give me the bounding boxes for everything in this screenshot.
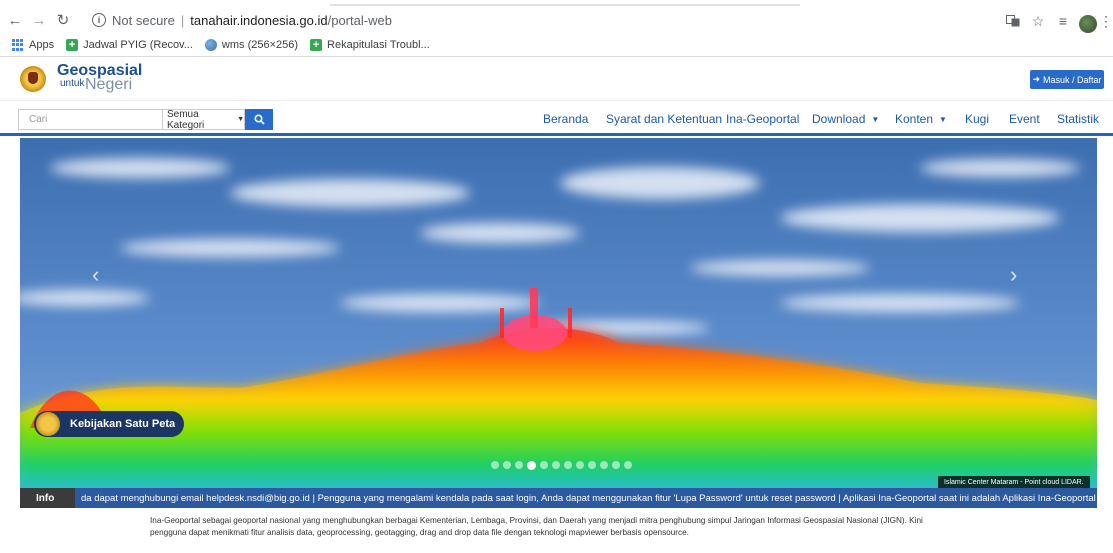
nav-label: Konten — [895, 112, 934, 126]
nav-item-ina-geoportal[interactable]: Ina-Geoportal — [726, 112, 799, 126]
bookmark-rekapitulasi[interactable]: + Rekapitulasi Troubl... — [310, 39, 430, 51]
carousel-next-arrow-icon[interactable]: › — [1010, 262, 1017, 288]
star-icon[interactable]: ☆ — [1030, 12, 1046, 30]
portal-description: Ina-Geoportal sebagai geoportal nasional… — [150, 516, 923, 537]
carousel-dot[interactable] — [515, 461, 523, 469]
profile-avatar[interactable] — [1079, 15, 1097, 33]
info-ticker: Info da dapat menghubungi email helpdesk… — [20, 488, 1097, 508]
garuda-logo-icon[interactable] — [20, 66, 46, 92]
carousel-dot[interactable] — [503, 461, 511, 469]
carousel-dot[interactable] — [600, 461, 608, 469]
kebijakan-satu-peta-badge[interactable]: Kebijakan Satu Peta — [34, 411, 184, 437]
caret-down-icon: ▼ — [939, 115, 947, 124]
nav-label: Ina-Geoportal — [726, 112, 800, 126]
carousel-indicators — [491, 461, 632, 470]
nav-item-kugi[interactable]: Kugi — [965, 112, 989, 126]
lidar-point-cloud-image — [20, 138, 1097, 488]
menu-kebab-icon[interactable]: ⋮ — [1099, 12, 1113, 30]
bookmark-apps[interactable]: Apps — [12, 39, 54, 51]
category-select-value: Semua Kategori — [167, 108, 205, 131]
nav-label: Event — [1009, 112, 1040, 126]
carousel-dot[interactable] — [612, 461, 620, 469]
slide-caption: Islamic Center Mataram - Point cloud LID… — [938, 476, 1090, 488]
nav-item-konten[interactable]: Konten ▼ — [895, 112, 947, 126]
apps-icon — [12, 39, 24, 51]
url-path: /portal-web — [327, 12, 392, 28]
bookmark-jadwal[interactable]: + Jadwal PYIG (Recov... — [66, 39, 193, 51]
carousel-dot[interactable] — [576, 461, 584, 469]
brand-subtitle-small: untuk — [60, 78, 85, 89]
site-header — [0, 57, 1113, 101]
hero-carousel[interactable] — [20, 138, 1097, 488]
security-status: Not secure — [112, 12, 175, 28]
search-input[interactable]: Cari — [18, 109, 162, 130]
reading-list-icon[interactable]: ≡ — [1055, 12, 1071, 30]
login-icon: ➜ — [1032, 74, 1040, 84]
nav-label: Download — [812, 112, 866, 126]
nav-item-beranda[interactable]: Beranda — [543, 112, 588, 126]
nav-label: Statistik — [1057, 112, 1100, 126]
bookmark-label: wms (256×256) — [221, 39, 299, 51]
carousel-prev-arrow-icon[interactable]: ‹ — [92, 262, 99, 288]
login-register-button[interactable]: ➜ Masuk / Daftar — [1030, 70, 1104, 89]
chevron-down-icon: ▼ — [237, 116, 244, 123]
bookmark-label: Jadwal PYIG (Recov... — [83, 39, 193, 51]
nav-item-syarat[interactable]: Syarat dan Ketentuan — [606, 112, 722, 126]
nav-label: Syarat dan Ketentuan — [606, 112, 723, 126]
omnibar: ← → ↻ i Not secure | tanahair.indonesia.… — [0, 6, 1113, 34]
ticker-label: Info — [20, 488, 75, 508]
garuda-emblem-icon — [36, 412, 60, 436]
search-button[interactable] — [245, 109, 273, 130]
globe-icon — [204, 39, 217, 51]
brand-subtitle-large: Negeri — [85, 76, 133, 93]
address-bar[interactable]: i Not secure | tanahair.indonesia.go.id /… — [92, 9, 997, 31]
translate-icon[interactable] — [1005, 12, 1021, 30]
url-host: tanahair.indonesia.go.id — [190, 12, 328, 28]
bookmark-label: Apps — [29, 39, 55, 51]
nav-label: Beranda — [543, 112, 589, 126]
sheets-icon: + — [66, 39, 79, 51]
carousel-dot[interactable] — [491, 461, 499, 469]
bookmark-label: Rekapitulasi Troubl... — [327, 39, 430, 51]
search-icon — [253, 114, 265, 125]
carousel-dot[interactable] — [624, 461, 632, 469]
nav-item-download[interactable]: Download ▼ — [812, 112, 879, 126]
nav-item-event[interactable]: Event — [1009, 112, 1040, 126]
reload-icon[interactable]: ↻ — [54, 11, 72, 29]
bookmark-wms[interactable]: wms (256×256) — [204, 39, 299, 51]
caret-down-icon: ▼ — [871, 115, 880, 124]
ticker-text: da dapat menghubungi email helpdesk.nsdi… — [81, 492, 1096, 504]
nav-item-statistik[interactable]: Statistik — [1057, 112, 1099, 126]
bookmarks-bar: Apps + Jadwal PYIG (Recov... wms (256×25… — [0, 34, 1113, 56]
sheets-icon: + — [310, 39, 323, 51]
nav-label: Kugi — [965, 112, 990, 126]
back-icon[interactable]: ← — [6, 11, 24, 29]
browser-chrome: ← → ↻ i Not secure | tanahair.indonesia.… — [0, 0, 1113, 57]
carousel-dot[interactable] — [588, 461, 596, 469]
forward-icon[interactable]: → — [30, 11, 48, 29]
info-icon[interactable]: i — [92, 13, 106, 27]
url-separator: | — [180, 12, 185, 28]
carousel-dot[interactable] — [552, 461, 560, 469]
carousel-dot[interactable] — [540, 461, 548, 469]
login-label: Masuk / Daftar — [1043, 74, 1102, 85]
carousel-dot[interactable] — [527, 461, 536, 470]
category-select[interactable]: Semua Kategori ▼ — [162, 108, 245, 131]
carousel-dot[interactable] — [564, 461, 572, 469]
badge-label: Kebijakan Satu Peta — [70, 418, 176, 430]
